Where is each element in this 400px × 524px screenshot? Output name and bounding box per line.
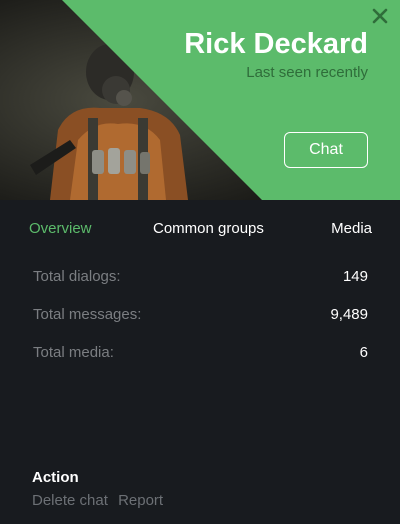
stat-row-media: Total media: 6 — [0, 344, 400, 368]
action-links: Delete chat Report — [32, 492, 169, 509]
profile-tabs: Overview Common groups Media — [0, 200, 400, 256]
tab-media[interactable]: Media — [331, 220, 372, 237]
delete-chat-link[interactable]: Delete chat — [32, 492, 108, 509]
last-seen-status: Last seen recently — [246, 64, 368, 81]
stat-label: Total dialogs: — [33, 268, 121, 285]
action-section-title: Action — [32, 469, 79, 486]
profile-name: Rick Deckard — [184, 28, 368, 60]
tab-overview[interactable]: Overview — [29, 220, 92, 237]
profile-header: Rick Deckard Last seen recently Chat — [0, 0, 400, 200]
close-icon[interactable] — [370, 6, 390, 26]
stat-value: 6 — [359, 344, 368, 361]
stat-value: 9,489 — [330, 306, 368, 323]
chat-button[interactable]: Chat — [284, 132, 368, 168]
stat-row-dialogs: Total dialogs: 149 — [0, 268, 400, 292]
report-link[interactable]: Report — [118, 492, 163, 509]
tab-common-groups[interactable]: Common groups — [153, 220, 264, 237]
stat-row-messages: Total messages: 9,489 — [0, 306, 400, 330]
stat-label: Total messages: — [33, 306, 142, 323]
stat-label: Total media: — [33, 344, 114, 361]
stat-value: 149 — [342, 268, 368, 285]
